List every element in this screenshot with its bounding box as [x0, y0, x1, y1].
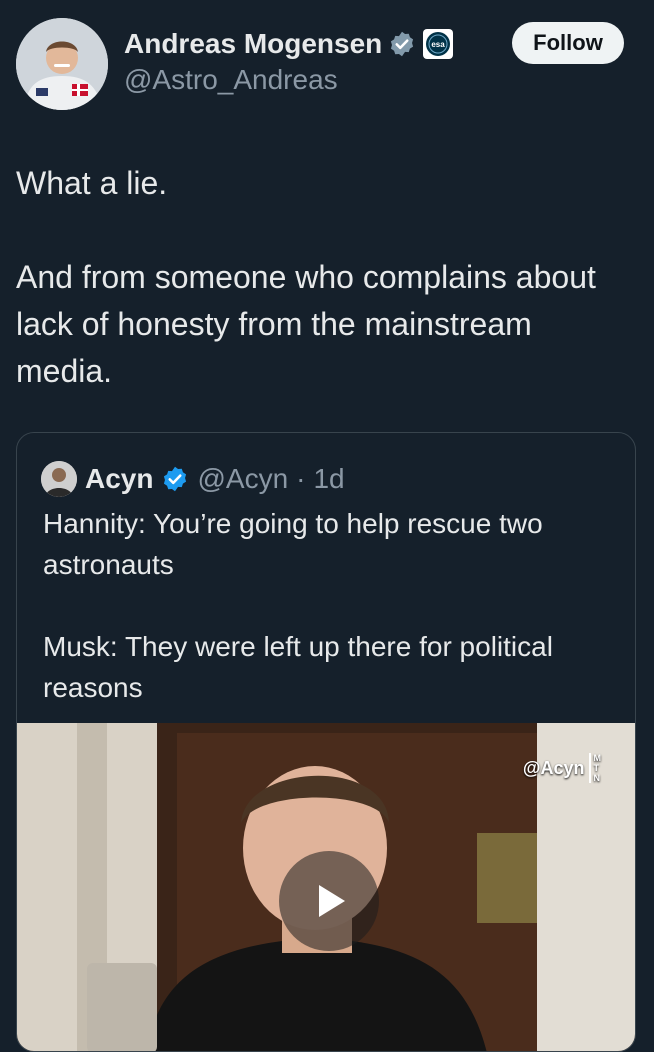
quoted-author-handle[interactable]: @Acyn: [197, 463, 288, 495]
separator-dot: ·: [296, 463, 306, 494]
mtn-logo-icon: M T N: [588, 753, 602, 783]
gray-verified-badge-icon[interactable]: [388, 30, 416, 58]
esa-logo-icon[interactable]: esa: [422, 28, 454, 60]
mtn-letter: N: [593, 773, 601, 783]
mtn-letter: T: [593, 763, 600, 773]
quoted-author-name[interactable]: Acyn: [85, 463, 153, 495]
quoted-tweet-header: Acyn @Acyn · 1d: [41, 459, 345, 499]
author-name-row: Andreas Mogensen esa: [124, 26, 454, 62]
video-watermark: @Acyn M T N: [523, 753, 601, 783]
quoted-tweet-paragraph: Musk: They were left up there for politi…: [43, 631, 553, 703]
author-avatar[interactable]: [16, 18, 108, 110]
blue-verified-badge-icon: [161, 465, 189, 493]
follow-button[interactable]: Follow: [512, 22, 624, 64]
tweet-text: What a lie. And from someone who complai…: [16, 160, 636, 395]
play-icon: [319, 885, 345, 917]
author-handle[interactable]: @Astro_Andreas: [124, 64, 338, 96]
quoted-tweet-card[interactable]: Acyn @Acyn · 1d Hannity: You’re going to…: [16, 432, 636, 1052]
tweet-paragraph: What a lie.: [16, 165, 168, 201]
play-button[interactable]: [279, 851, 379, 951]
mtn-letter: M: [593, 753, 602, 763]
watermark-text: @Acyn: [522, 757, 585, 778]
tweet-paragraph: And from someone who complains about lac…: [16, 259, 596, 389]
author-name[interactable]: Andreas Mogensen: [124, 28, 382, 60]
esa-logo-text: esa: [432, 40, 446, 49]
quoted-tweet-time[interactable]: 1d: [313, 463, 344, 495]
quoted-tweet-text: Hannity: You’re going to help rescue two…: [43, 503, 623, 708]
quoted-video-media[interactable]: @Acyn M T N: [17, 723, 635, 1051]
quoted-author-avatar[interactable]: [41, 461, 77, 497]
astronaut-avatar-image: [16, 18, 108, 110]
quoted-tweet-paragraph: Hannity: You’re going to help rescue two…: [43, 508, 543, 580]
